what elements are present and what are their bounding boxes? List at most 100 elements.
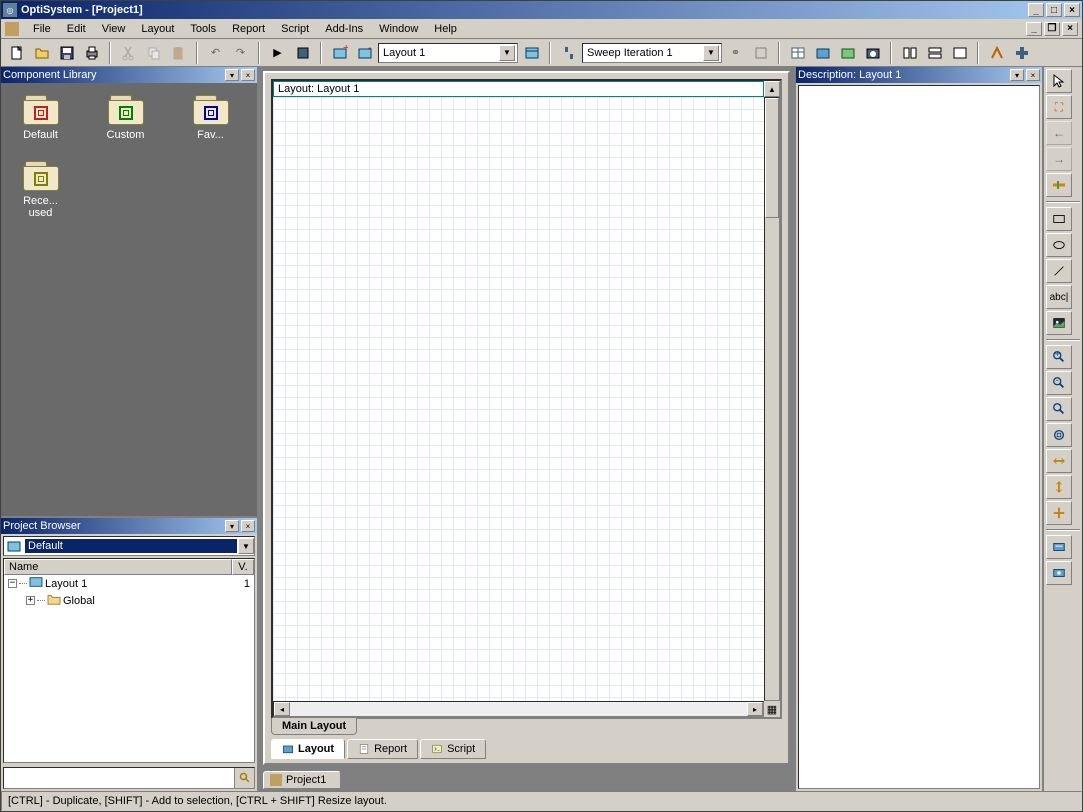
horizontal-scrollbar[interactable]: ◂ ▸ [273,701,764,717]
dropdown-icon[interactable]: ▼ [499,45,515,61]
component-button[interactable] [291,42,314,64]
redo-button[interactable]: ↷ [229,42,252,64]
zoom-out-button[interactable]: - [1046,371,1072,395]
new-button[interactable] [5,42,28,64]
window-cascade-button[interactable] [923,42,946,64]
menu-layout[interactable]: Layout [133,21,182,37]
tree-toggle[interactable] [26,596,35,605]
search-input[interactable] [4,768,234,788]
mdi-restore-button[interactable]: ❐ [1044,22,1060,36]
panel-close-button[interactable]: × [1026,69,1040,81]
menu-addins[interactable]: Add-Ins [317,21,371,37]
print-button[interactable] [80,42,103,64]
view-settings-button[interactable] [1046,535,1072,559]
panel-pin-button[interactable]: ▾ [1010,69,1024,81]
minimize-button[interactable]: _ [1028,3,1044,17]
fit-tool-button[interactable]: ⛶ [1046,95,1072,119]
paste-button[interactable] [167,42,190,64]
arrow-right-tool-button[interactable]: → [1046,147,1072,171]
mdi-minimize-button[interactable]: _ [1026,22,1042,36]
view2-button[interactable] [836,42,859,64]
remove-layout-button[interactable]: - [353,42,376,64]
menu-tools[interactable]: Tools [182,21,224,37]
menu-view[interactable]: View [94,21,134,37]
options-button[interactable] [749,42,772,64]
layout-combo[interactable]: Layout 1 ▼ [378,43,518,63]
tree-row[interactable]: Layout 1 1 [4,575,254,592]
pointer-tool-button[interactable] [1046,69,1072,93]
design-canvas[interactable] [273,97,764,701]
window-single-button[interactable] [948,42,971,64]
col-name[interactable]: Name [4,559,232,575]
library-folder[interactable]: Fav... [183,95,238,141]
zoom-in-button[interactable]: + [1046,345,1072,369]
tree-row[interactable]: Global [4,592,254,609]
view-tab-layout[interactable]: Layout [271,739,345,759]
menu-edit[interactable]: Edit [59,21,94,37]
library-folder[interactable]: Rece... used [13,161,68,219]
close-button[interactable]: × [1064,3,1080,17]
dropdown-icon[interactable]: ▼ [703,45,719,61]
menu-file[interactable]: File [25,21,59,37]
zoom-fit-button[interactable] [1046,423,1072,447]
tool-a-button[interactable] [985,42,1008,64]
mdi-icon[interactable] [5,22,19,36]
scroll-up-button[interactable]: ▲ [764,81,780,97]
view3-button[interactable] [861,42,884,64]
scroll-left-button[interactable]: ◂ [274,702,290,716]
panel-pin-button[interactable]: ▾ [225,520,239,532]
tool-b-button[interactable] [1010,42,1033,64]
menu-window[interactable]: Window [371,21,426,37]
document-tab[interactable]: Project1 [263,771,341,789]
tree-toggle[interactable] [8,579,17,588]
mdi-close-button[interactable]: × [1062,22,1078,36]
menu-report[interactable]: Report [224,21,273,37]
col-value[interactable]: V. [232,559,254,575]
library-folder[interactable]: Custom [98,95,153,141]
view-tab-script[interactable]: Script [420,739,486,759]
image-tool-button[interactable] [1046,311,1072,335]
hscroll-button[interactable] [1046,449,1072,473]
link-button[interactable]: ⚭ [724,42,747,64]
library-folder[interactable]: Default [13,95,68,141]
add-layout-button[interactable]: + [328,42,351,64]
pan-button[interactable] [1046,501,1072,525]
line-tool-button[interactable] [1046,259,1072,283]
scrollbar-track[interactable] [290,702,747,716]
run-button[interactable]: ▶ [266,42,289,64]
menu-script[interactable]: Script [273,21,317,37]
layout-props-button[interactable] [520,42,543,64]
cut-button[interactable] [117,42,140,64]
dropdown-icon[interactable]: ▼ [238,538,254,554]
text-tool-button[interactable]: abc| [1046,285,1072,309]
scroll-right-button[interactable]: ▸ [747,702,763,716]
connect-tool-button[interactable] [1046,173,1072,197]
vertical-scrollbar[interactable] [764,97,780,701]
maximize-button[interactable]: □ [1046,3,1062,17]
panel-pin-button[interactable]: ▾ [225,69,239,81]
view-tab-report[interactable]: Report [347,739,418,759]
scrollbar-thumb[interactable] [765,98,779,218]
vscroll-button[interactable] [1046,475,1072,499]
main-layout-tab[interactable]: Main Layout [271,718,357,735]
panel-close-button[interactable]: × [241,69,255,81]
copy-button[interactable] [142,42,165,64]
sweep-button[interactable] [557,42,580,64]
arrow-left-tool-button[interactable]: ← [1046,121,1072,145]
ellipse-tool-button[interactable] [1046,233,1072,257]
view1-button[interactable] [811,42,834,64]
open-button[interactable] [30,42,53,64]
search-button[interactable] [234,768,254,788]
panel-close-button[interactable]: × [241,520,255,532]
window-tile-button[interactable] [898,42,921,64]
rect-tool-button[interactable] [1046,207,1072,231]
description-body[interactable] [798,85,1040,789]
project-browser-combo[interactable]: Default ▼ [3,536,255,556]
sweep-combo[interactable]: Sweep Iteration 1 ▼ [582,43,722,63]
undo-button[interactable]: ↶ [204,42,227,64]
menu-help[interactable]: Help [426,21,465,37]
table-button[interactable] [786,42,809,64]
zoom-area-button[interactable] [1046,397,1072,421]
view-refresh-button[interactable] [1046,561,1072,585]
save-button[interactable] [55,42,78,64]
